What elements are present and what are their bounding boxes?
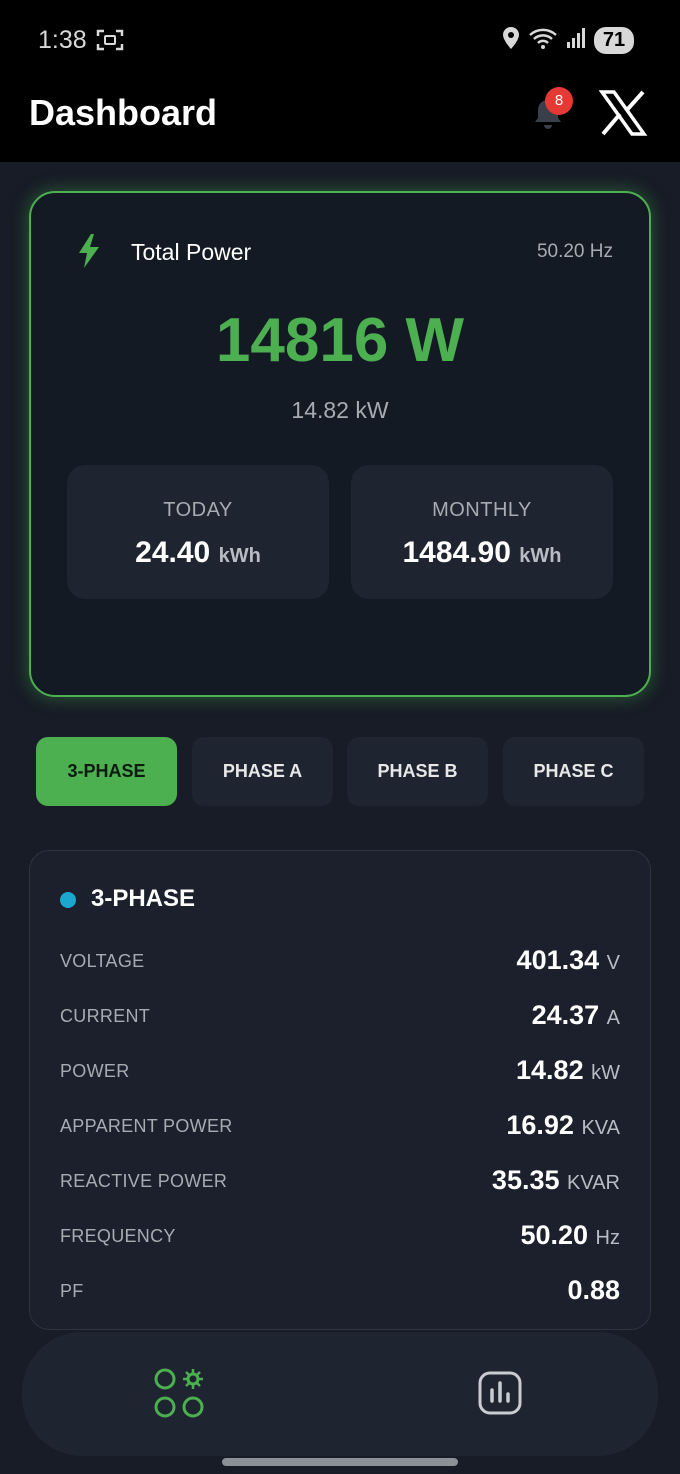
status-time: 1:38 <box>38 26 87 54</box>
metric-row: FREQUENCY 50.20 Hz <box>60 1218 620 1258</box>
metric-value: 35.35 KVAR <box>491 1165 620 1195</box>
home-indicator[interactable] <box>222 1458 458 1466</box>
tab-phase-a[interactable]: PHASE A <box>192 737 333 806</box>
app-header: Dashboard 8 <box>0 80 680 162</box>
metric-row: VOLTAGE 401.34 V <box>60 943 620 983</box>
monthly-energy-box: MONTHLY 1484.90 kWh <box>351 465 613 599</box>
metric-label: POWER <box>60 1061 130 1081</box>
frequency-readout: 50.20 Hz <box>536 241 613 262</box>
metric-value: 0.88 <box>567 1275 620 1305</box>
screenshot-icon <box>96 28 124 57</box>
location-icon <box>502 26 520 55</box>
total-kilowatts: 14.82 kW <box>291 397 389 423</box>
metric-label: CURRENT <box>60 1006 151 1026</box>
today-value: 24.40 kWh <box>135 536 261 569</box>
lightning-icon <box>78 233 100 274</box>
phase-details-card: 3-PHASE VOLTAGE 401.34 V CURRENT 24.37 A… <box>29 850 651 1330</box>
total-power-card: Total Power 50.20 Hz 14816 W 14.82 kW TO… <box>29 191 651 697</box>
tab-3-phase[interactable]: 3-PHASE <box>36 737 177 806</box>
today-energy-box: TODAY 24.40 kWh <box>67 465 329 599</box>
metric-row: APPARENT POWER 16.92 KVA <box>60 1108 620 1148</box>
bottom-nav <box>22 1332 658 1456</box>
signal-icon <box>566 27 586 54</box>
monthly-label: MONTHLY <box>432 499 532 521</box>
notification-badge: 8 <box>545 87 573 115</box>
chart-nav-icon[interactable] <box>477 1370 523 1416</box>
metric-label: FREQUENCY <box>60 1226 176 1246</box>
battery-indicator: 71 <box>594 27 634 54</box>
metric-label: VOLTAGE <box>60 951 145 971</box>
card-title: Total Power <box>131 239 252 265</box>
metric-label: APPARENT POWER <box>60 1116 233 1136</box>
metric-row: REACTIVE POWER 35.35 KVAR <box>60 1163 620 1203</box>
metric-value: 16.92 KVA <box>506 1110 620 1140</box>
wifi-icon <box>528 26 558 55</box>
metric-value: 401.34 V <box>516 945 620 975</box>
x-icon[interactable] <box>598 88 648 138</box>
phase-indicator-dot <box>60 892 76 908</box>
tab-phase-b[interactable]: PHASE B <box>347 737 488 806</box>
metric-label: PF <box>60 1281 84 1301</box>
metric-row: POWER 14.82 kW <box>60 1053 620 1093</box>
metric-label: REACTIVE POWER <box>60 1171 228 1191</box>
metric-row: CURRENT 24.37 A <box>60 998 620 1038</box>
page-title: Dashboard <box>29 92 218 133</box>
metric-value: 14.82 kW <box>516 1055 620 1085</box>
monthly-value: 1484.90 kWh <box>402 536 562 569</box>
metric-value: 50.20 Hz <box>520 1220 620 1250</box>
phase-title: 3-PHASE <box>91 885 196 912</box>
today-label: TODAY <box>163 499 233 521</box>
metric-row: PF 0.88 <box>60 1273 620 1313</box>
total-watts: 14816 W <box>215 306 465 375</box>
status-bar: 1:38 71 <box>0 0 680 80</box>
tab-phase-c[interactable]: PHASE C <box>503 737 644 806</box>
metric-value: 24.37 A <box>531 1000 620 1030</box>
dashboard-nav-icon[interactable] <box>152 1366 208 1422</box>
